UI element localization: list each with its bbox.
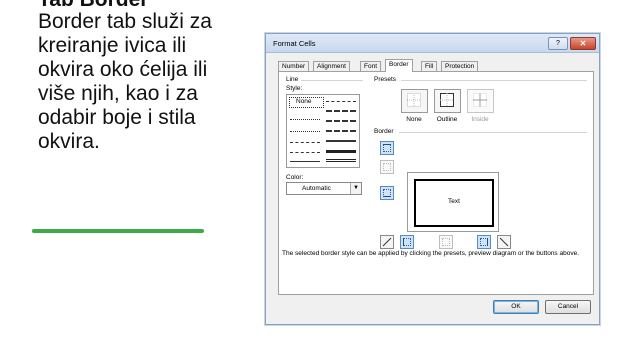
line-style-list[interactable]: None [286, 94, 360, 168]
presets-group-label: Presets [374, 76, 397, 83]
cancel-button[interactable]: Cancel [545, 300, 591, 314]
preset-outline-button[interactable] [434, 89, 461, 113]
line-style-slant-dash-dot[interactable] [326, 110, 356, 112]
line-style-medium-dashed[interactable] [326, 130, 356, 132]
preset-inside-icon [473, 93, 487, 107]
line-style-thick[interactable] [326, 150, 356, 153]
line-style-double[interactable] [326, 159, 356, 162]
line-group-divider [301, 80, 363, 81]
border-top-button[interactable] [380, 141, 394, 155]
color-label: Color: [286, 174, 304, 181]
format-cells-dialog: Format Cells ? ✕ Number Alignment Font B… [265, 33, 600, 325]
preset-none-button[interactable] [401, 89, 428, 113]
presets-group-divider [401, 80, 587, 81]
chevron-down-icon[interactable]: ▼ [350, 183, 361, 194]
border-preview[interactable]: Text [407, 172, 499, 232]
border-group-label: Border [374, 128, 394, 135]
border-inside-horizontal-button[interactable] [380, 160, 394, 174]
green-underline [32, 229, 204, 233]
border-left-button[interactable] [400, 235, 414, 249]
ok-button[interactable]: OK [493, 300, 539, 314]
slide-body-text: Border tab služi za kreiranje ivica ili … [38, 10, 212, 153]
border-preview-cell[interactable]: Text [414, 179, 494, 227]
tab-border[interactable]: Border [385, 59, 413, 72]
preset-outline-label: Outline [436, 116, 458, 123]
line-style-none[interactable]: None [296, 98, 312, 105]
diagonal-down-icon [499, 237, 509, 247]
color-dropdown-value: Automatic [302, 185, 331, 192]
line-group-label: Line [286, 76, 299, 83]
border-right-button[interactable] [477, 235, 491, 249]
preset-inside-button[interactable] [467, 89, 494, 113]
help-button[interactable]: ? [548, 37, 568, 50]
border-inside-vertical-button[interactable] [439, 235, 453, 249]
border-bottom-button[interactable] [380, 186, 394, 200]
border-diagonal-up-button[interactable] [380, 235, 394, 249]
border-group-divider [399, 132, 587, 133]
line-style-dotted[interactable] [290, 131, 320, 132]
line-style-medium-dash-dot-dot[interactable] [326, 101, 356, 102]
line-style-medium-dash-dot[interactable] [326, 120, 356, 122]
preset-inside-label: Inside [471, 116, 489, 123]
preset-none-label: None [406, 116, 422, 123]
dialog-title: Format Cells [273, 39, 316, 48]
preset-none-icon [407, 93, 421, 107]
line-style-thin[interactable] [290, 161, 320, 162]
border-help-note: The selected border style can be applied… [282, 250, 580, 257]
color-dropdown[interactable]: Automatic ▼ [286, 182, 362, 195]
line-style-dash-dot[interactable] [290, 152, 320, 153]
preset-outline-icon [440, 93, 454, 107]
diagonal-up-icon [382, 237, 392, 247]
line-style-medium[interactable] [326, 140, 356, 142]
border-preview-text: Text [448, 198, 460, 205]
border-tab-panel: Line Style: None Color: Automatic ▼ Pres… [278, 71, 594, 295]
style-label: Style: [286, 85, 303, 92]
border-diagonal-down-button[interactable] [497, 235, 511, 249]
line-style-dash-dot-dot[interactable] [290, 142, 320, 143]
dialog-titlebar: Format Cells ? ✕ [266, 34, 599, 53]
line-style-hair[interactable] [290, 119, 320, 120]
close-button[interactable]: ✕ [570, 37, 596, 50]
